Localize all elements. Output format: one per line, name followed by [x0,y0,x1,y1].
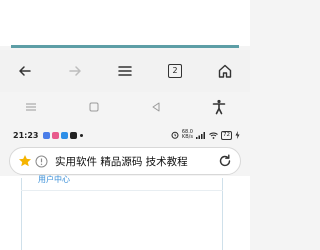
system-indicators: 68.0 KB/s 72 [171,130,240,140]
page-progress-fill [11,45,239,48]
status-bar: 21:23 68.0 KB/s 72 [0,127,250,143]
wifi-icon [209,132,218,139]
content-divider [21,190,223,191]
app-notification-icon [52,131,60,139]
nav-back-button[interactable] [136,94,176,120]
page-progress-bar [11,45,239,48]
browser-toolbar: 2 [0,50,250,93]
web-page-area [0,0,250,46]
star-icon [19,155,31,167]
more-notifications-dot [80,133,84,137]
network-speed-unit: KB/s [181,134,193,140]
arrow-right-icon [69,66,81,76]
charging-icon [235,131,240,139]
menu-button[interactable] [110,56,140,86]
app-notification-icon [43,131,51,139]
content-border-right [222,178,223,250]
nav-home-button[interactable] [74,94,114,120]
app-notification-icon [70,131,78,139]
site-info-button[interactable] [35,155,48,168]
hamburger-icon [26,103,37,111]
network-speed: 68.0 KB/s [182,130,193,140]
home-button[interactable] [210,56,240,86]
bookmark-button[interactable] [18,154,32,168]
page-title-text: 实用软件 精品源码 技术教程 [55,155,188,168]
reload-button[interactable] [218,154,232,168]
hamburger-icon [118,66,132,76]
battery-indicator: 72 [221,130,232,140]
home-icon [218,64,232,78]
warning-icon [35,155,48,167]
system-navigation-bar [0,92,250,122]
status-time: 21:23 [13,130,39,140]
tabs-button[interactable]: 2 [160,56,190,86]
web-page-content: 用户中心 [0,174,250,250]
address-bar[interactable]: 实用软件 精品源码 技术教程 [9,147,241,175]
nav-accessibility-button[interactable] [199,94,239,120]
reload-icon [219,154,231,167]
content-border-left [21,178,22,250]
triangle-back-icon [152,102,160,112]
back-button[interactable] [10,56,40,86]
user-center-link[interactable]: 用户中心 [38,174,70,185]
signal-icon [196,131,205,139]
app-notification-icon [61,131,69,139]
accessibility-icon [212,99,226,115]
nav-menu-button[interactable] [11,94,51,120]
square-icon [89,102,99,112]
tab-count-badge: 2 [168,64,182,78]
notification-icons [43,131,78,139]
alarm-icon [171,131,179,139]
arrow-left-icon [19,66,31,76]
forward-button[interactable] [60,56,90,86]
